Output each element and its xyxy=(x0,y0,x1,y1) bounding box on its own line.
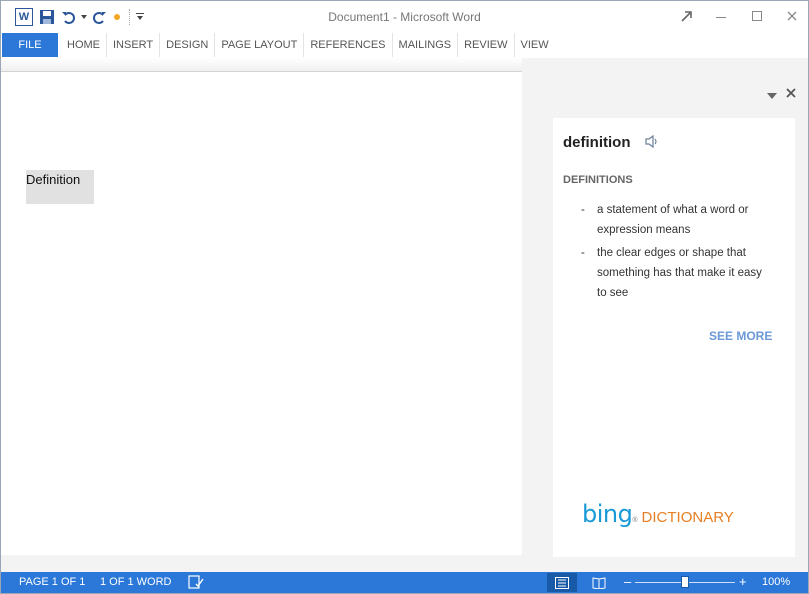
dictionary-wordmark: DICTIONARY xyxy=(641,509,734,526)
status-bar: PAGE 1 OF 1 1 OF 1 WORD – + 100% xyxy=(1,572,808,593)
tab-page-layout[interactable]: PAGE LAYOUT xyxy=(215,33,305,57)
tab-file[interactable]: FILE xyxy=(2,33,58,57)
dictionary-pane: definition DEFINITIONS - a statement of … xyxy=(522,58,808,572)
tab-view[interactable]: VIEW xyxy=(515,33,555,57)
minimize-icon[interactable] xyxy=(708,5,734,27)
word-window: W Document1 - Microsoft Word FILE HOME I… xyxy=(0,0,809,594)
see-more-link[interactable]: SEE MORE xyxy=(709,329,772,343)
proofing-icon[interactable] xyxy=(188,575,204,592)
document-bottom-edge xyxy=(1,555,522,572)
tab-review[interactable]: REVIEW xyxy=(458,33,515,57)
zoom-level[interactable]: 100% xyxy=(762,576,790,588)
page-count[interactable]: PAGE 1 OF 1 xyxy=(19,576,85,588)
definition-text: the clear edges or shape that something … xyxy=(597,247,762,299)
headword: definition xyxy=(563,134,631,151)
tab-list: HOME INSERT DESIGN PAGE LAYOUT REFERENCE… xyxy=(61,33,555,57)
zoom-out-icon[interactable]: – xyxy=(624,574,631,589)
list-dash: - xyxy=(581,204,585,216)
pronounce-speaker-icon[interactable] xyxy=(645,134,659,153)
tab-insert[interactable]: INSERT xyxy=(107,33,161,57)
tab-mailings[interactable]: MAILINGS xyxy=(393,33,459,57)
ribbon-tabs: FILE HOME INSERT DESIGN PAGE LAYOUT REFE… xyxy=(1,32,808,58)
document-canvas[interactable] xyxy=(1,73,522,555)
list-dash: - xyxy=(581,247,585,259)
definition-list: - a statement of what a word or expressi… xyxy=(573,200,773,306)
bing-dictionary-logo: bing ® DICTIONARY xyxy=(582,500,734,528)
pane-options-icon[interactable] xyxy=(767,88,777,102)
definition-text: a statement of what a word or expression… xyxy=(597,204,749,236)
tab-home[interactable]: HOME xyxy=(61,33,107,57)
zoom-in-icon[interactable]: + xyxy=(739,574,747,589)
selected-text[interactable]: Definition xyxy=(26,170,94,204)
list-item: - the clear edges or shape that somethin… xyxy=(573,243,773,303)
close-icon[interactable] xyxy=(779,5,805,27)
zoom-slider-thumb[interactable] xyxy=(681,576,689,588)
trademark-mark: ® xyxy=(632,517,638,524)
title-bar: W Document1 - Microsoft Word xyxy=(1,1,808,32)
pane-close-icon[interactable] xyxy=(786,87,796,101)
bing-wordmark: bing xyxy=(582,500,633,528)
definitions-heading: DEFINITIONS xyxy=(563,174,633,186)
tab-design[interactable]: DESIGN xyxy=(160,33,216,57)
maximize-icon[interactable] xyxy=(744,5,770,27)
list-item: - a statement of what a word or expressi… xyxy=(573,200,773,240)
read-mode-icon[interactable] xyxy=(584,573,614,592)
ribbon-divider xyxy=(1,58,522,72)
definition-card: definition DEFINITIONS - a statement of … xyxy=(553,118,795,557)
restore-ribbon-icon[interactable] xyxy=(673,5,699,27)
print-layout-icon[interactable] xyxy=(547,573,577,592)
word-count[interactable]: 1 OF 1 WORD xyxy=(100,576,172,588)
tab-references[interactable]: REFERENCES xyxy=(304,33,393,57)
